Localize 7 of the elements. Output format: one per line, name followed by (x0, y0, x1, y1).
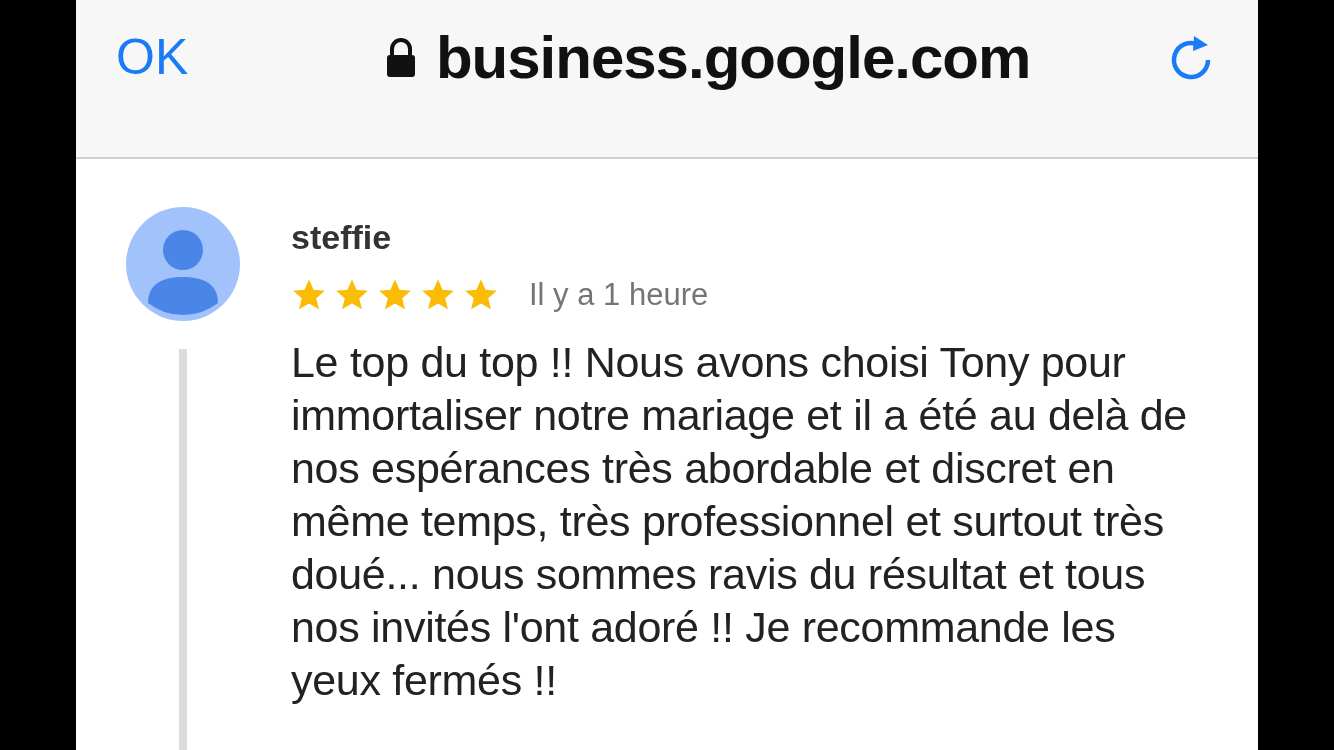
lock-icon (385, 38, 416, 78)
avatar-icon (126, 207, 240, 321)
address-text[interactable]: business.google.com (435, 22, 1031, 94)
review-text: Le top du top !! Nous avons choisi Tony pour immortaliser notre mariage et il a été au delà de nos espérances très abordable et discret en même temps, très professionnel et surtout très doué... nous sommes ravis du résultat et tous nos invités l'ont adoré !! Je recommande les yeux fermés !! (291, 337, 1188, 707)
reviewer-name: steffie (291, 217, 393, 258)
done-button[interactable]: OK (116, 22, 189, 92)
review-time: Il y a 1 heure (529, 275, 709, 314)
